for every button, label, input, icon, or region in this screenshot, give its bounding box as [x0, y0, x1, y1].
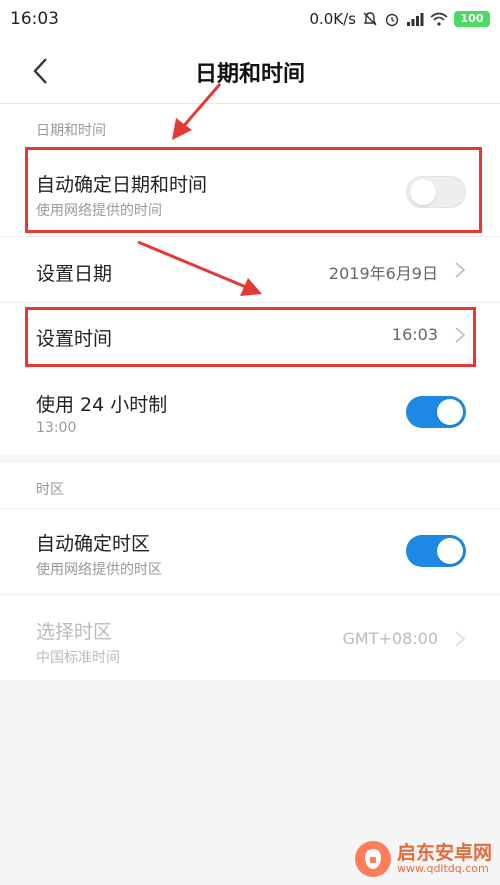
alarm-icon	[385, 13, 399, 27]
watermark: 启东安卓网 www.qdltdq.com	[354, 841, 492, 877]
section-header-date-time: 日期和时间	[36, 123, 106, 139]
select-timezone-subtitle: 中国标准时间	[36, 650, 120, 666]
toggle-knob	[437, 399, 463, 425]
section-header-timezone: 时区	[36, 482, 64, 498]
title-bar: 日期和时间	[0, 38, 500, 104]
auto-timezone-row[interactable]: 自动确定时区 使用网络提供的时区	[0, 508, 500, 594]
watermark-url: www.qdltdq.com	[396, 862, 489, 876]
battery-icon: 100	[454, 11, 490, 27]
set-date-title: 设置日期	[36, 263, 113, 285]
select-timezone-value: GMT+08:00	[342, 629, 439, 648]
select-timezone-title: 选择时区	[36, 621, 113, 643]
auto-timezone-title: 自动确定时区	[36, 533, 151, 555]
chevron-right-icon	[455, 262, 466, 278]
watermark-text: 启东安卓网 www.qdltdq.com	[396, 841, 492, 876]
annotation-box-auto-datetime	[25, 147, 482, 233]
set-date-value: 2019年6月9日	[328, 264, 438, 283]
wifi-icon	[430, 12, 448, 26]
select-timezone-row: 选择时区 中国标准时间 GMT+08:00	[0, 594, 500, 680]
use-24h-title: 使用 24 小时制	[36, 394, 168, 416]
toggle-knob	[437, 538, 463, 564]
set-date-row[interactable]: 设置日期 2019年6月9日	[0, 236, 500, 302]
status-bar: 16:03 0.0K/s 100	[0, 0, 500, 38]
use-24h-toggle[interactable]	[406, 396, 466, 428]
watermark-logo-icon	[354, 841, 391, 877]
use-24h-subtitle: 13:00	[36, 420, 77, 436]
auto-timezone-toggle[interactable]	[406, 535, 466, 567]
status-time: 16:03	[10, 9, 59, 29]
bell-mute-icon	[363, 12, 377, 26]
annotation-box-set-time	[25, 307, 476, 367]
signal-icon	[407, 13, 424, 26]
use-24h-row[interactable]: 使用 24 小时制 13:00	[0, 368, 500, 455]
section-timezone: 时区 自动确定时区 使用网络提供的时区 选择时区 中国标准时间 GMT+08:0…	[0, 463, 500, 680]
auto-timezone-subtitle: 使用网络提供的时区	[36, 562, 162, 578]
page-title: 日期和时间	[194, 62, 305, 87]
network-speed: 0.0K/s	[309, 10, 356, 28]
status-icons: 0.0K/s 100	[309, 10, 490, 28]
chevron-right-icon	[455, 631, 466, 647]
watermark-title: 启东安卓网	[396, 841, 492, 864]
